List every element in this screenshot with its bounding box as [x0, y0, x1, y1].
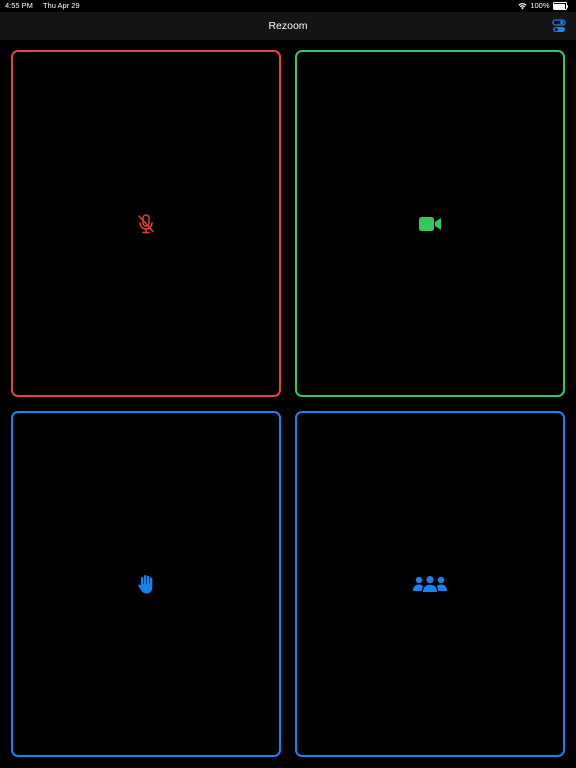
status-right: 100%: [518, 0, 568, 12]
status-time: 4:55 PM: [5, 1, 33, 10]
participants-tile[interactable]: [295, 411, 565, 757]
raise-hand-tile[interactable]: [11, 411, 281, 757]
video-toggle-tile[interactable]: [295, 50, 565, 397]
mic-slash-icon: [138, 213, 154, 233]
status-left: 4:55 PM Thu Apr 29: [5, 0, 80, 12]
settings-button[interactable]: [552, 19, 566, 33]
status-date: Thu Apr 29: [42, 1, 80, 10]
battery-full-icon: [552, 2, 568, 10]
mute-toggle-tile[interactable]: [11, 50, 281, 397]
toggle-switches-icon: [552, 19, 566, 32]
status-bar: 4:55 PM Thu Apr 29 100%: [0, 0, 576, 12]
navigation-bar: Rezoom: [0, 12, 576, 40]
page-title: Rezoom: [268, 20, 308, 32]
raised-hand-icon: [138, 575, 153, 594]
video-camera-icon: [419, 216, 441, 231]
wifi-icon: [518, 2, 527, 10]
battery-percent: 100%: [530, 1, 550, 10]
participants-icon: [413, 576, 447, 592]
